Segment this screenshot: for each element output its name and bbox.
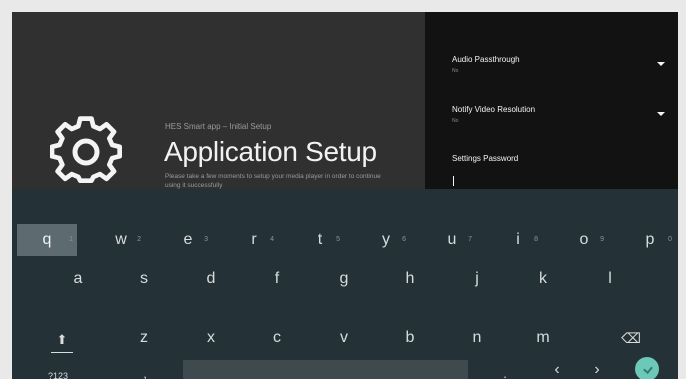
- notify-video-resolution-setting[interactable]: Notify Video Resolution No: [452, 105, 535, 124]
- setup-subtitle: HES Smart app – Initial Setup: [165, 122, 272, 131]
- key-k[interactable]: k: [519, 263, 567, 295]
- key-hint: 1: [69, 236, 73, 243]
- setting-label: Settings Password: [452, 154, 519, 163]
- key-hint: 4: [270, 236, 274, 243]
- settings-password-setting: Settings Password: [452, 154, 518, 163]
- setting-value: No: [452, 118, 459, 124]
- key-h[interactable]: h: [386, 263, 434, 295]
- key-label: u: [447, 231, 457, 248]
- key-d[interactable]: d: [187, 263, 235, 295]
- key-u[interactable]: u7: [428, 224, 476, 256]
- key-m[interactable]: m: [519, 322, 567, 354]
- key-b[interactable]: b: [386, 322, 434, 354]
- setting-value: No: [452, 68, 459, 74]
- settings-password-input[interactable]: [452, 173, 666, 190]
- key-label: r: [251, 231, 257, 248]
- key-hint: 8: [534, 236, 538, 243]
- space-key[interactable]: [183, 360, 468, 379]
- key-g[interactable]: g: [320, 263, 368, 295]
- setup-description: Please take a few moments to setup your …: [165, 173, 381, 189]
- setting-label: Notify Video Resolution: [452, 105, 536, 114]
- key-label: o: [579, 231, 589, 248]
- gear-icon: [50, 116, 122, 184]
- text-cursor: [453, 176, 454, 186]
- cursor-right-key[interactable]: ›: [582, 360, 612, 379]
- key-c[interactable]: c: [253, 322, 301, 354]
- chevron-down-icon[interactable]: [657, 112, 665, 116]
- key-label: w: [115, 231, 127, 248]
- key-x[interactable]: x: [187, 322, 235, 354]
- key-label: p: [645, 231, 655, 248]
- cursor-left-key[interactable]: ‹: [542, 360, 572, 379]
- key-f[interactable]: f: [253, 263, 301, 295]
- key-comma[interactable]: ,: [130, 365, 160, 379]
- page-title: Application Setup: [164, 136, 377, 167]
- key-hint: 2: [137, 236, 141, 243]
- key-label: q: [42, 231, 52, 248]
- key-r[interactable]: r4: [230, 224, 278, 256]
- chevron-down-icon[interactable]: [657, 62, 665, 66]
- settings-panel: Audio Passthrough No Notify Video Resolu…: [425, 12, 678, 190]
- audio-passthrough-setting[interactable]: Audio Passthrough No: [452, 55, 520, 74]
- enter-key[interactable]: [635, 357, 659, 379]
- key-e[interactable]: e3: [164, 224, 212, 256]
- key-v[interactable]: v: [320, 322, 368, 354]
- key-hint: 5: [336, 236, 340, 243]
- symbols-key[interactable]: ?123: [30, 369, 86, 379]
- key-period[interactable]: .: [490, 365, 520, 379]
- key-label: i: [516, 231, 520, 248]
- checkmark-icon: [643, 364, 653, 374]
- shift-underline: [51, 352, 73, 353]
- key-hint: 9: [600, 236, 604, 243]
- key-j[interactable]: j: [453, 263, 501, 295]
- key-hint: 6: [402, 236, 406, 243]
- key-q[interactable]: q1: [17, 224, 77, 256]
- key-hint: 0: [668, 236, 672, 243]
- key-label: t: [317, 231, 323, 248]
- key-t[interactable]: t5: [296, 224, 344, 256]
- backspace-key[interactable]: ⌫: [607, 322, 655, 354]
- key-y[interactable]: y6: [362, 224, 410, 256]
- on-screen-keyboard: q1 w2 e3 r4 t5 y6 u7 i8 o9 p0 a s d f g …: [12, 189, 678, 379]
- key-l[interactable]: l: [586, 263, 634, 295]
- setting-label: Audio Passthrough: [452, 55, 520, 64]
- key-s[interactable]: s: [120, 263, 168, 295]
- key-hint: 3: [204, 236, 208, 243]
- key-i[interactable]: i8: [494, 224, 542, 256]
- key-w[interactable]: w2: [97, 224, 145, 256]
- key-o[interactable]: o9: [560, 224, 608, 256]
- key-label: y: [382, 231, 390, 248]
- setup-intro: HES Smart app – Initial Setup Applicatio…: [12, 12, 425, 189]
- screen: HES Smart app – Initial Setup Applicatio…: [12, 12, 678, 379]
- key-z[interactable]: z: [120, 322, 168, 354]
- key-n[interactable]: n: [453, 322, 501, 354]
- key-hint: 7: [468, 236, 472, 243]
- key-label: e: [183, 231, 193, 248]
- key-a[interactable]: a: [54, 263, 102, 295]
- key-p[interactable]: p0: [624, 224, 676, 256]
